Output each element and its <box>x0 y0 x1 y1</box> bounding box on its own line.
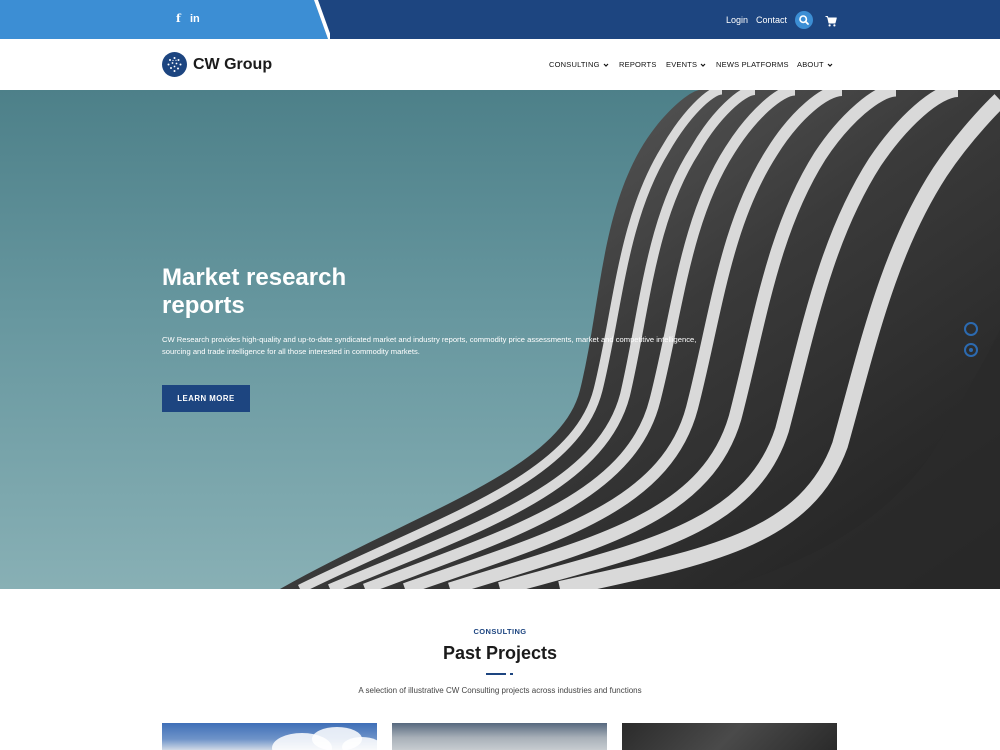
nav-item-consulting[interactable]: CONSULTING <box>549 60 610 69</box>
nav-item-label: REPORTS <box>619 60 657 69</box>
hero-slider: Market research reports CW Research prov… <box>0 90 1000 589</box>
learn-more-button[interactable]: LEARN MORE <box>162 385 250 412</box>
main-navbar: CW Group CONSULTING REPORTS EVENTS NEWS … <box>0 39 1000 90</box>
nav-item-news-platforms[interactable]: NEWS PLATFORMS <box>716 60 789 69</box>
section-title: Past Projects <box>442 643 558 663</box>
search-icon <box>799 15 809 25</box>
top-bar: f in Login Contact <box>0 0 1000 39</box>
top-bar-accent <box>0 0 330 39</box>
project-card-1[interactable] <box>162 723 377 750</box>
cw-logo-icon[interactable] <box>162 52 187 77</box>
section-subtitle: A selection of illustrative CW Consultin… <box>358 686 642 695</box>
nav-item-reports[interactable]: REPORTS <box>619 60 657 69</box>
divider-dot <box>510 673 513 675</box>
hero-description: CW Research provides high-quality and up… <box>162 335 697 356</box>
project-card-3[interactable] <box>622 723 837 750</box>
divider-bar <box>486 673 506 675</box>
chevron-down-icon <box>827 63 833 67</box>
section-divider <box>486 673 514 675</box>
cart-icon <box>825 16 837 27</box>
project-card-2[interactable] <box>392 723 607 750</box>
slider-dot-2[interactable] <box>964 343 978 357</box>
chevron-down-icon <box>700 63 706 67</box>
cart-button[interactable] <box>825 14 837 27</box>
search-button[interactable] <box>795 11 813 29</box>
nav-item-events[interactable]: EVENTS <box>666 60 707 69</box>
section-eyebrow: CONSULTING <box>473 627 527 636</box>
login-link[interactable]: Login <box>726 15 748 26</box>
nav-item-label: EVENTS <box>666 60 698 69</box>
slider-dot-1[interactable] <box>964 322 978 336</box>
nav-item-label: NEWS PLATFORMS <box>716 60 789 69</box>
contact-link[interactable]: Contact <box>756 15 787 26</box>
hero-title: Market research reports <box>162 264 347 319</box>
cloud-shape <box>342 737 377 750</box>
brand-name[interactable]: CW Group <box>193 56 272 74</box>
nav-item-label: CONSULTING <box>549 60 600 69</box>
facebook-icon[interactable]: f <box>176 13 181 25</box>
nav-item-about[interactable]: ABOUT <box>797 60 834 69</box>
chevron-down-icon <box>603 63 609 67</box>
linkedin-icon[interactable]: in <box>190 13 200 25</box>
nav-item-label: ABOUT <box>797 60 824 69</box>
